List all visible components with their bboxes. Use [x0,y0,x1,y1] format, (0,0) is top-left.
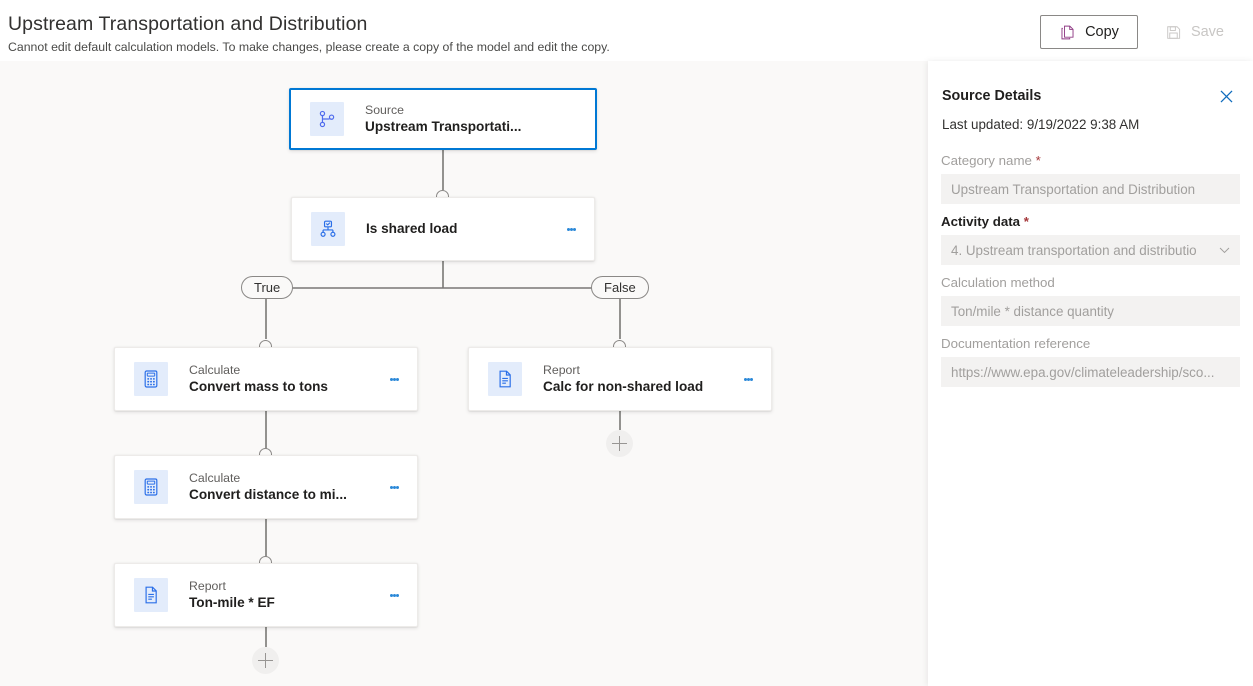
flow-node-tonmile-report-type: Report [189,578,226,593]
menu-dot [749,377,753,381]
panel-title: Source Details [942,88,1042,104]
flow-node-tonmile-report[interactable]: Report Ton-mile * EF [114,563,418,627]
flow-node-convert-distance-menu[interactable] [381,472,407,502]
field-activity-data-dropdown[interactable]: 4. Upstream transportation and distribut… [941,235,1240,265]
flow-node-convert-mass[interactable]: Calculate Convert mass to tons [114,347,418,411]
document-icon [488,362,522,396]
branch-label-false: False [591,276,649,299]
copy-button-label: Copy [1085,24,1119,40]
copy-icon [1059,24,1076,41]
menu-dot [395,377,399,381]
flow-node-nonshared-report-text: Report Calc for non-shared load [543,363,703,396]
flow-node-tonmile-report-menu[interactable] [381,580,407,610]
flow-node-convert-mass-type: Calculate [189,362,241,377]
last-updated-text: Last updated: 9/19/2022 9:38 AM [942,117,1140,132]
flow-node-condition-name: Is shared load [366,221,458,236]
field-documentation-reference-input[interactable]: https://www.epa.gov/climateleadership/sc… [941,357,1240,387]
save-icon [1165,24,1182,41]
document-icon [134,578,168,612]
calculator-icon [134,470,168,504]
flow-node-convert-distance-text: Calculate Convert distance to mi... [189,471,347,504]
branch-icon [310,102,344,136]
field-activity-data-label: Activity data * [941,214,1029,229]
flow-node-source-text: Source Upstream Transportati... [365,103,521,136]
field-calculation-method: Calculation method Ton/mile * distance q… [941,273,1240,326]
source-details-panel: Source Details Last updated: 9/19/2022 9… [928,61,1253,686]
flow-node-source[interactable]: Source Upstream Transportati... [289,88,597,150]
page-subtitle: Cannot edit default calculation models. … [8,40,610,54]
flow-node-nonshared-report[interactable]: Report Calc for non-shared load [468,347,772,411]
required-asterisk: * [1031,153,1041,168]
plus-icon [258,653,273,668]
flow-node-convert-mass-text: Calculate Convert mass to tons [189,363,328,396]
field-documentation-reference-label: Documentation reference [941,336,1091,351]
branch-label-true: True [241,276,294,299]
flow-node-convert-distance[interactable]: Calculate Convert distance to mi... [114,455,418,519]
flow-node-convert-distance-name: Convert distance to mi... [189,486,347,502]
add-step-button-true-branch[interactable] [252,647,279,674]
required-asterisk: * [1020,214,1029,229]
flow-canvas[interactable]: Source Upstream Transportati... Is share… [0,61,928,686]
menu-dot [572,227,576,231]
field-activity-data-value: 4. Upstream transportation and distribut… [951,242,1197,258]
calculator-icon [134,362,168,396]
flow-node-nonshared-report-type: Report [543,362,580,377]
field-category-name-input[interactable]: Upstream Transportation and Distribution [941,174,1240,204]
flow-node-convert-mass-name: Convert mass to tons [189,378,328,394]
field-activity-data: Activity data * 4. Upstream transportati… [941,212,1240,265]
flow-node-condition[interactable]: Is shared load [291,197,595,261]
page-title: Upstream Transportation and Distribution [8,13,368,35]
page-header: Upstream Transportation and Distribution… [0,0,1253,61]
save-button-label: Save [1190,24,1224,40]
copy-button[interactable]: Copy [1040,15,1138,49]
close-icon[interactable] [1212,82,1240,110]
flow-node-source-name: Upstream Transportati... [365,118,522,134]
save-button: Save [1146,15,1243,49]
flow-node-nonshared-report-menu[interactable] [735,364,761,394]
field-category-name: Category name * Upstream Transportation … [941,151,1240,204]
header-actions: Copy Save [1040,15,1243,49]
field-documentation-reference: Documentation reference https://www.epa.… [941,334,1240,387]
flow-node-condition-text: Is shared load [366,220,457,238]
plus-icon [612,436,627,451]
condition-icon [311,212,345,246]
calculation-model-editor: Upstream Transportation and Distribution… [0,0,1253,686]
field-category-name-label: Category name * [941,153,1041,168]
field-calculation-method-input[interactable]: Ton/mile * distance quantity [941,296,1240,326]
chevron-down-icon [1218,244,1231,257]
menu-dot [395,485,399,489]
flow-node-nonshared-report-name: Calc for non-shared load [543,378,704,394]
field-calculation-method-label: Calculation method [941,275,1055,290]
flow-node-condition-menu[interactable] [558,214,584,244]
flow-node-convert-distance-type: Calculate [189,470,241,485]
flow-node-convert-mass-menu[interactable] [381,364,407,394]
flow-node-source-type: Source [365,102,404,117]
menu-dot [395,593,399,597]
flow-node-tonmile-report-name: Ton-mile * EF [189,594,275,610]
add-step-button-false-branch[interactable] [606,430,633,457]
flow-node-tonmile-report-text: Report Ton-mile * EF [189,579,275,612]
